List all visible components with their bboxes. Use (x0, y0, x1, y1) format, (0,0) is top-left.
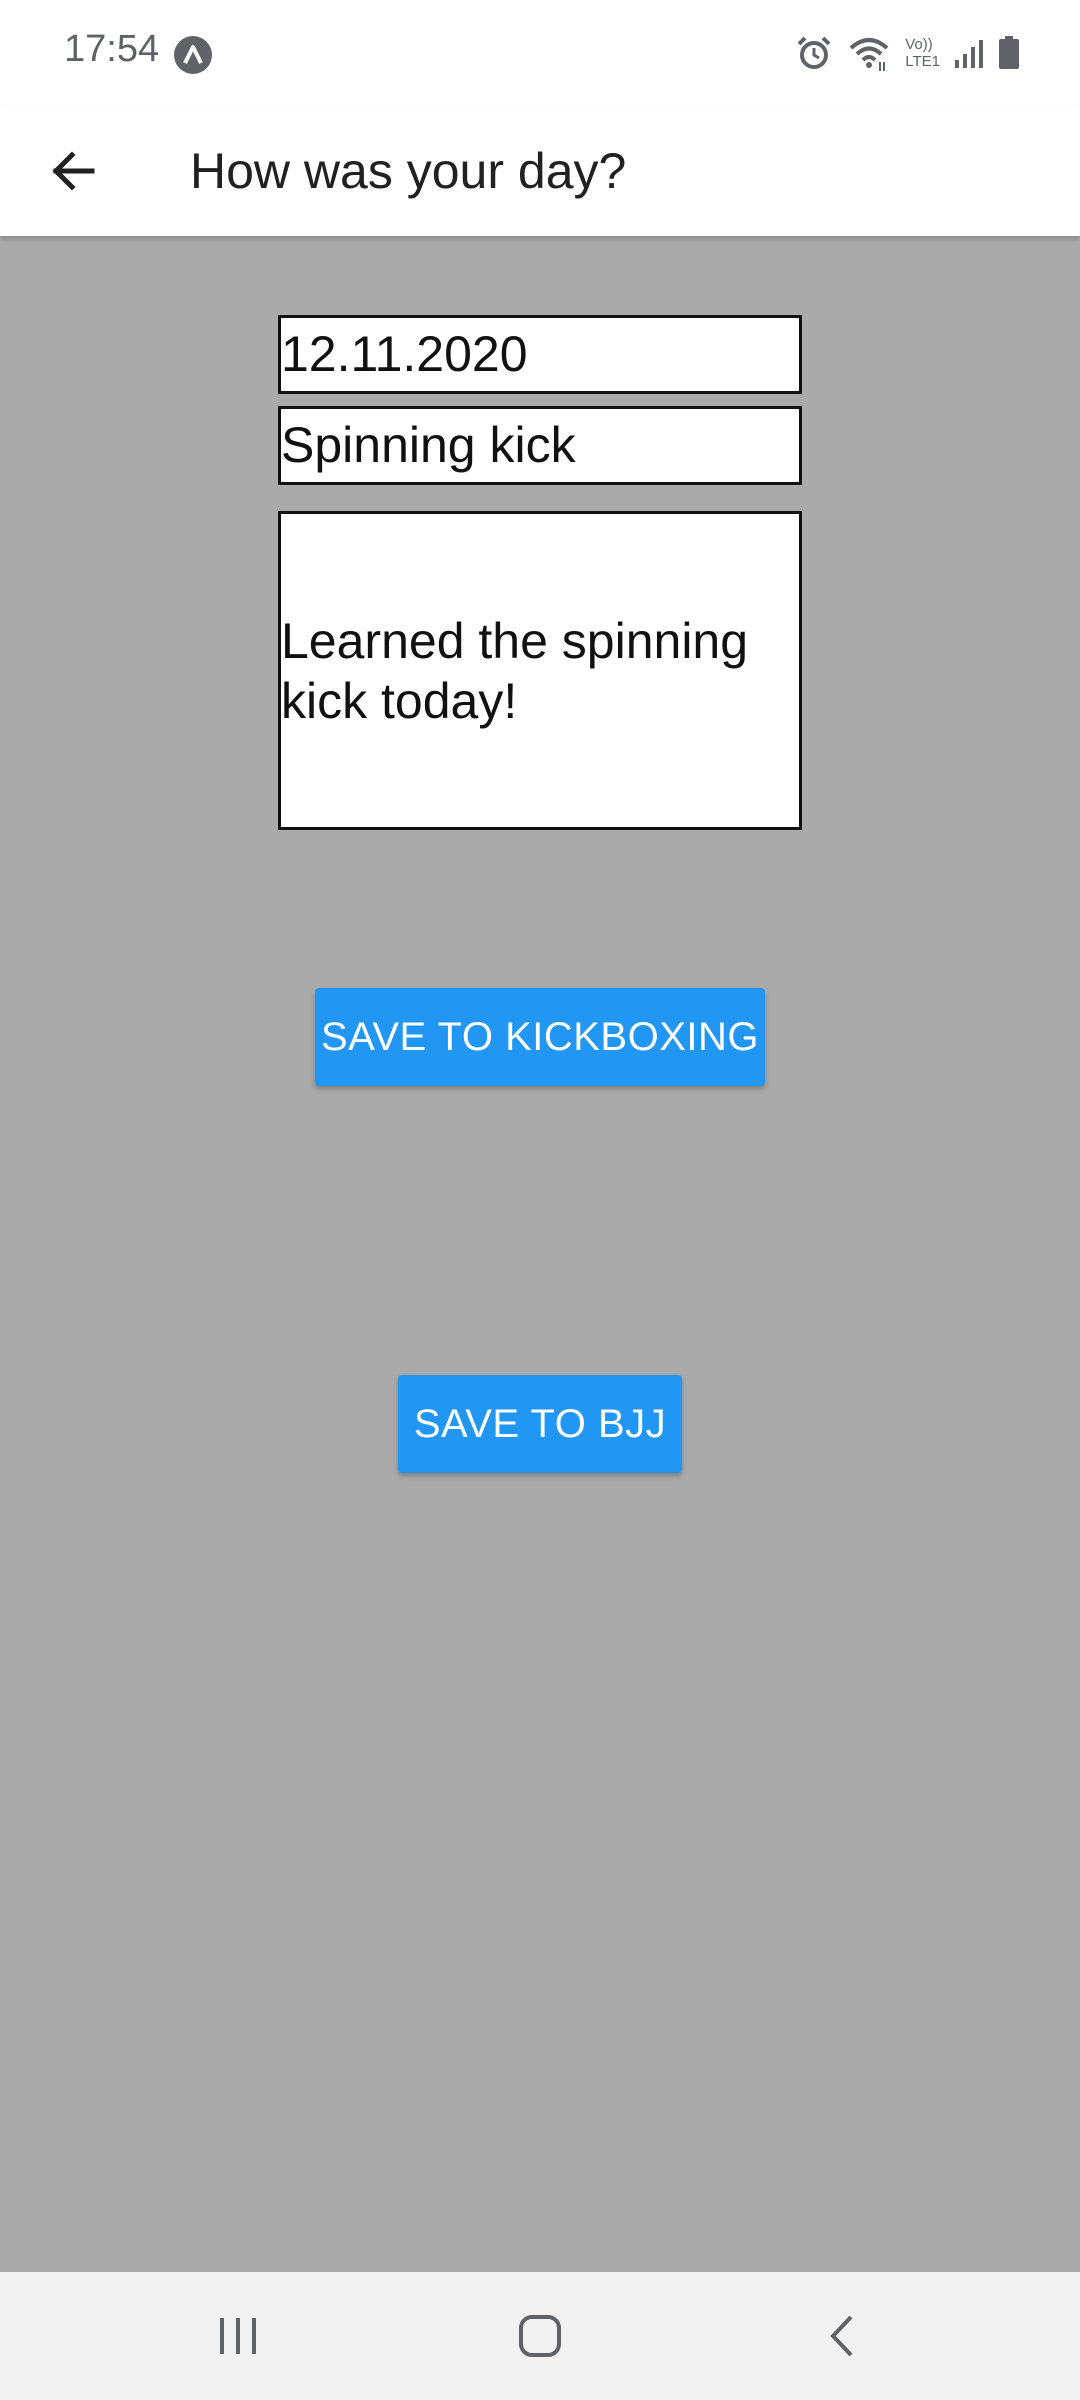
status-bar: 17:54 Vo)) LTE1 (0, 0, 1080, 106)
wifi-icon (849, 38, 889, 71)
back-chevron-icon (830, 2315, 853, 2357)
home-button[interactable] (490, 2296, 590, 2376)
notes-text: Learned the spinning kick today! (281, 612, 749, 729)
recents-button[interactable] (188, 2296, 288, 2376)
back-button[interactable] (30, 128, 116, 214)
date-field[interactable]: 12.11.2020 (278, 315, 802, 394)
title-field[interactable]: Spinning kick (278, 406, 802, 485)
app-bar: How was your day? (0, 106, 1080, 236)
recents-icon (220, 2318, 256, 2354)
volte-top-label: Vo)) (905, 36, 933, 53)
app-notification-icon (174, 36, 212, 74)
main-content: 12.11.2020 Spinning kick Learned the spi… (0, 236, 1080, 2272)
status-icons: Vo)) LTE1 (795, 30, 1020, 76)
arrow-left-icon (52, 151, 95, 191)
home-icon (519, 2315, 561, 2357)
battery-icon (999, 36, 1019, 69)
status-time: 17:54 (64, 28, 160, 70)
alarm-icon (797, 36, 831, 69)
page-title: How was your day? (190, 143, 627, 199)
signal-icon (955, 40, 983, 68)
notes-field[interactable]: Learned the spinning kick today! (278, 511, 802, 830)
save-to-kickboxing-button[interactable]: SAVE TO KICKBOXING (315, 988, 765, 1086)
nav-back-button[interactable] (792, 2296, 892, 2376)
save-to-bjj-button[interactable]: SAVE TO BJJ (398, 1375, 682, 1473)
system-nav-bar (0, 2272, 1080, 2400)
volte-icon: Vo)) LTE1 (905, 36, 940, 70)
volte-bottom-label: LTE1 (905, 53, 940, 70)
